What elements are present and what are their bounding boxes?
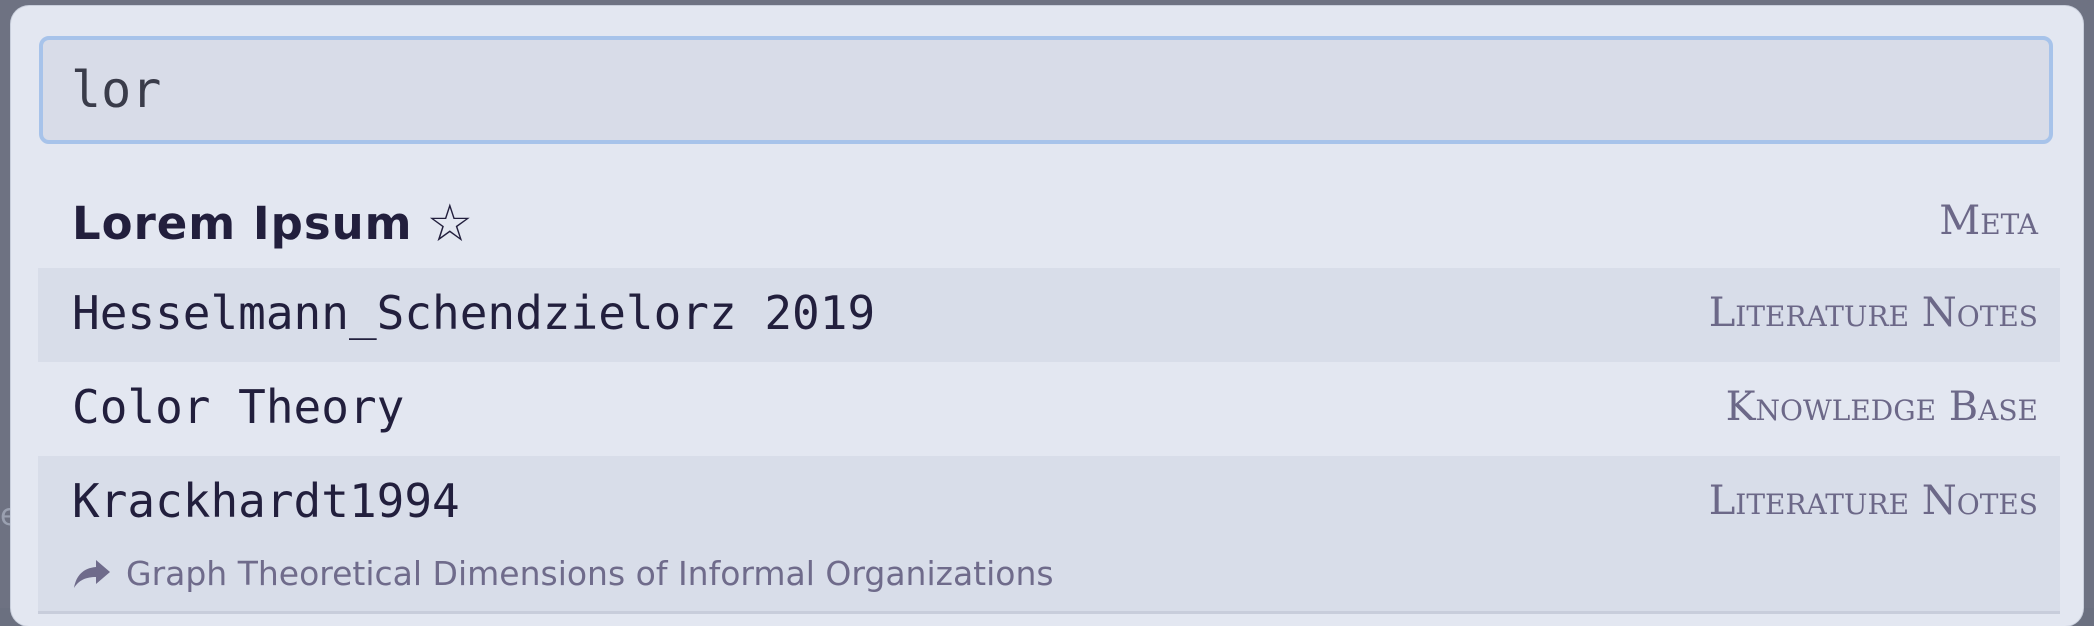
result-alias-text: Graph Theoretical Dimensions of Informal… — [126, 554, 1054, 593]
result-title: Hesselmann_Schendzielorz 2019 — [72, 286, 876, 340]
result-title: Color Theory — [72, 380, 405, 434]
list-item-result-selected[interactable]: Krackhardt1994 Literature Notes Graph Th… — [38, 456, 2060, 614]
result-title: Lorem Ipsum ☆ — [72, 194, 474, 254]
search-input[interactable] — [43, 40, 2049, 140]
result-category: Knowledge Base — [1725, 384, 2038, 430]
result-category: Meta — [1939, 198, 2038, 244]
results-list: Lorem Ipsum ☆ Meta Hesselmann_Schendzielo… — [38, 176, 2060, 614]
result-category: Literature Notes — [1708, 290, 2038, 336]
result-alias: Graph Theoretical Dimensions of Informal… — [72, 554, 1054, 593]
row-divider — [38, 611, 2060, 614]
list-item-result[interactable]: Color Theory Knowledge Base — [38, 362, 2060, 456]
search-field-container[interactable] — [39, 36, 2053, 144]
result-title: Krackhardt1994 — [72, 474, 460, 528]
quick-switcher-modal: Lorem Ipsum☆ Meta Hesselmann_Schendzielo… — [11, 6, 2083, 626]
result-title-text: Lorem Ipsum — [72, 197, 413, 250]
star-icon: ☆ — [426, 194, 475, 254]
share-arrow-icon — [74, 559, 110, 588]
result-category: Literature Notes — [1708, 478, 2038, 524]
list-item-result[interactable]: Hesselmann_Schendzielorz 2019 Literature… — [38, 268, 2060, 362]
list-item-result[interactable]: Lorem Ipsum ☆ Meta — [38, 176, 2060, 268]
